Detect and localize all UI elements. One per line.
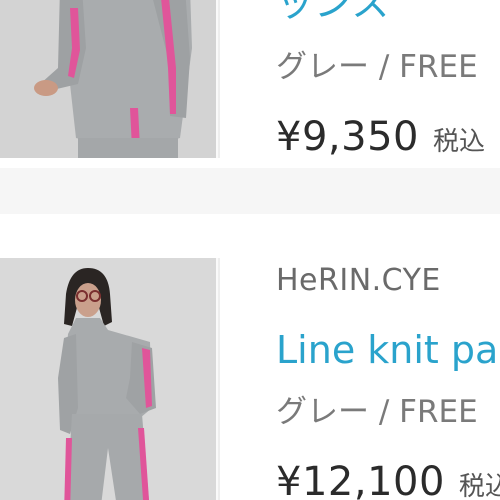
card-divider: [0, 168, 500, 214]
brand-name[interactable]: HeRIN.CYE: [276, 266, 441, 296]
product-price: ¥12,100: [276, 459, 445, 500]
product-photo: [0, 0, 216, 158]
product-card[interactable]: ッンス グレー / FREE ¥9,350 税込: [0, 0, 500, 168]
product-image[interactable]: [0, 0, 220, 158]
product-card[interactable]: HeRIN.CYE Line knit pants グレー / FREE ¥12…: [0, 214, 500, 500]
tax-label: 税込: [458, 472, 500, 500]
product-image[interactable]: [0, 258, 220, 500]
price-row: ¥12,100 税込: [276, 462, 500, 500]
price-row: ¥9,350 税込: [276, 117, 485, 157]
product-photo: [0, 258, 216, 500]
product-variant: グレー / FREE: [276, 394, 478, 430]
tax-label: 税込: [432, 127, 485, 157]
product-list: ッンス グレー / FREE ¥9,350 税込 HeRIN.CYE Line …: [0, 0, 500, 500]
product-variant: グレー / FREE: [276, 49, 478, 85]
product-price: ¥9,350: [276, 114, 419, 160]
product-title[interactable]: ッンス: [276, 0, 389, 22]
product-title[interactable]: Line knit pants: [276, 331, 500, 369]
